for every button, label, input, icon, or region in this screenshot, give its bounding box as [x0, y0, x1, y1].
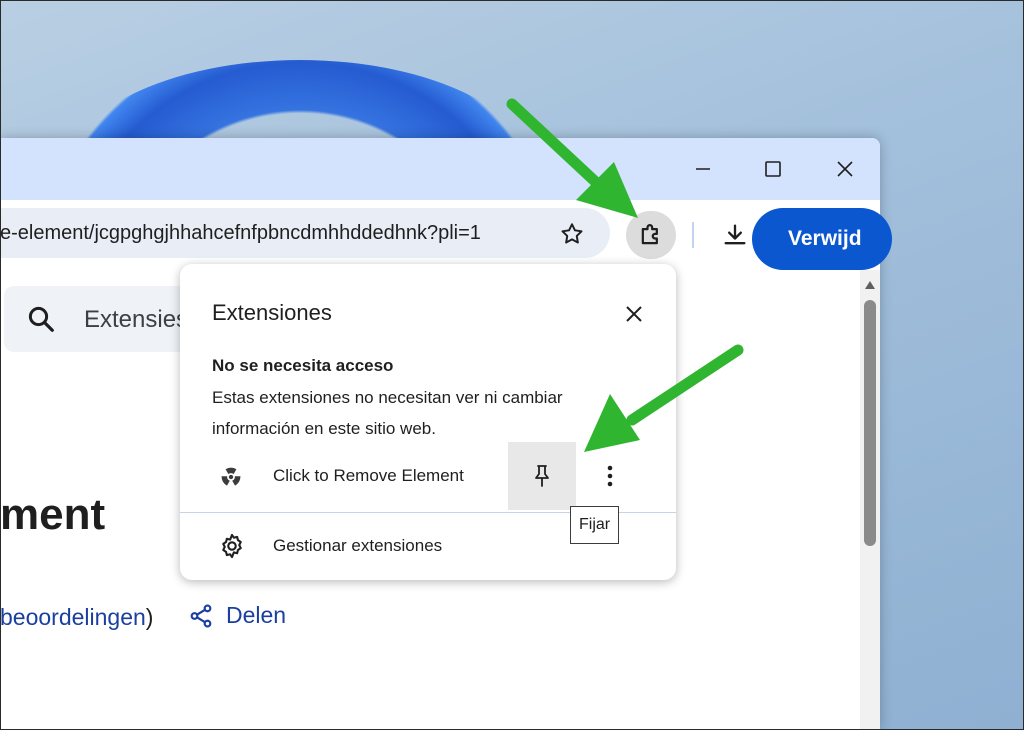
maximize-icon: [765, 161, 781, 177]
extension-title: ment: [0, 490, 106, 539]
manage-extensions-label: Gestionar extensiones: [273, 536, 443, 555]
share-icon: [190, 604, 212, 627]
download-icon: [724, 224, 746, 245]
maximize-button[interactable]: [753, 152, 793, 186]
ratings-paren: ): [145, 604, 154, 630]
extension-more-button[interactable]: [592, 458, 628, 494]
search-icon: [28, 306, 54, 332]
ratings-link[interactable]: beoordelingen: [0, 604, 146, 630]
more-vertical-icon: [607, 465, 613, 487]
extension-name: Click to Remove Element: [273, 466, 464, 485]
close-icon: [626, 306, 642, 322]
radiation-icon: [221, 467, 241, 486]
browser-toolbar: e-element/jcgpghgjhhahcefnfpbncdmhhddedh…: [0, 200, 880, 270]
popup-close-button[interactable]: [616, 296, 652, 332]
scrollbar-thumb[interactable]: [864, 300, 876, 546]
close-icon: [837, 161, 853, 177]
extension-row[interactable]: Click to Remove Element: [180, 442, 676, 512]
url-text[interactable]: e-element/jcgpghgjhhahcefnfpbncdmhhddedh…: [0, 222, 481, 245]
toolbar-separator: [692, 222, 694, 248]
address-bar[interactable]: e-element/jcgpghgjhhahcefnfpbncdmhhddedh…: [0, 208, 610, 258]
minimize-icon: [696, 168, 710, 170]
pin-icon: [535, 465, 549, 487]
downloads-button[interactable]: [716, 216, 754, 254]
star-icon: [561, 223, 583, 244]
ratings-text: beoordelingen): [0, 604, 153, 631]
scroll-up-icon[interactable]: [864, 280, 876, 290]
gear-icon: [222, 533, 242, 559]
no-access-description: Estas extensiones no necesitan ver ni ca…: [212, 388, 563, 438]
title-bar: [0, 138, 880, 200]
no-access-heading: No se necesita acceso: [212, 356, 394, 375]
close-window-button[interactable]: [825, 152, 865, 186]
vertical-scrollbar[interactable]: [860, 270, 880, 730]
pin-tooltip: Fijar: [570, 506, 620, 544]
bookmark-button[interactable]: [554, 216, 590, 252]
popup-title: Extensiones: [212, 300, 332, 325]
minimize-button[interactable]: [683, 152, 723, 186]
search-text: Extensies: [84, 306, 189, 333]
puzzle-icon: [641, 224, 658, 245]
extensions-button[interactable]: [626, 211, 676, 259]
remove-from-chrome-button[interactable]: Verwijd: [752, 208, 892, 270]
share-link[interactable]: Delen: [188, 602, 286, 629]
share-label: Delen: [226, 602, 287, 628]
pin-extension-button[interactable]: [508, 442, 576, 510]
